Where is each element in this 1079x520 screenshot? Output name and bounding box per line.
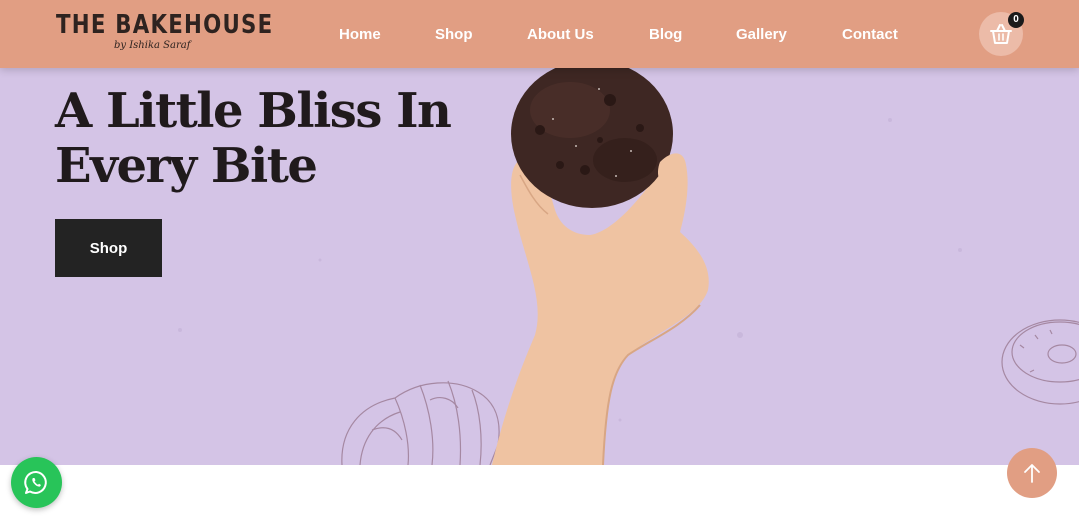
nav-item-contact[interactable]: Contact bbox=[842, 26, 898, 43]
hero-shop-button[interactable]: Shop bbox=[55, 219, 162, 277]
whatsapp-icon bbox=[24, 470, 47, 494]
site-header: THE BAKEHOUSE by Ishika Saraf Home Shop … bbox=[0, 0, 1079, 68]
whatsapp-button[interactable] bbox=[11, 457, 62, 508]
scroll-to-top-button[interactable] bbox=[1007, 448, 1057, 498]
main-nav: Home Shop About Us Blog Gallery Contact bbox=[0, 0, 1079, 68]
hero-headline-line1: A Little Bliss In bbox=[55, 83, 452, 139]
donut-illustration bbox=[1001, 319, 1079, 405]
nav-item-about-us[interactable]: About Us bbox=[527, 26, 594, 43]
arrow-up-icon bbox=[1024, 464, 1040, 483]
hero-section: A Little Bliss In Every Bite Shop bbox=[0, 0, 1079, 465]
nav-item-gallery[interactable]: Gallery bbox=[736, 26, 787, 43]
croissant-illustration bbox=[341, 380, 500, 465]
nav-item-blog[interactable]: Blog bbox=[649, 26, 682, 43]
nav-item-shop[interactable]: Shop bbox=[435, 26, 473, 43]
nav-item-home[interactable]: Home bbox=[339, 26, 381, 43]
hero-headline-line2: Every Bite bbox=[55, 138, 318, 194]
hero-headline: A Little Bliss In Every Bite bbox=[55, 84, 475, 194]
cart-button[interactable]: 0 bbox=[979, 12, 1024, 56]
cart-count-badge: 0 bbox=[1008, 12, 1024, 28]
